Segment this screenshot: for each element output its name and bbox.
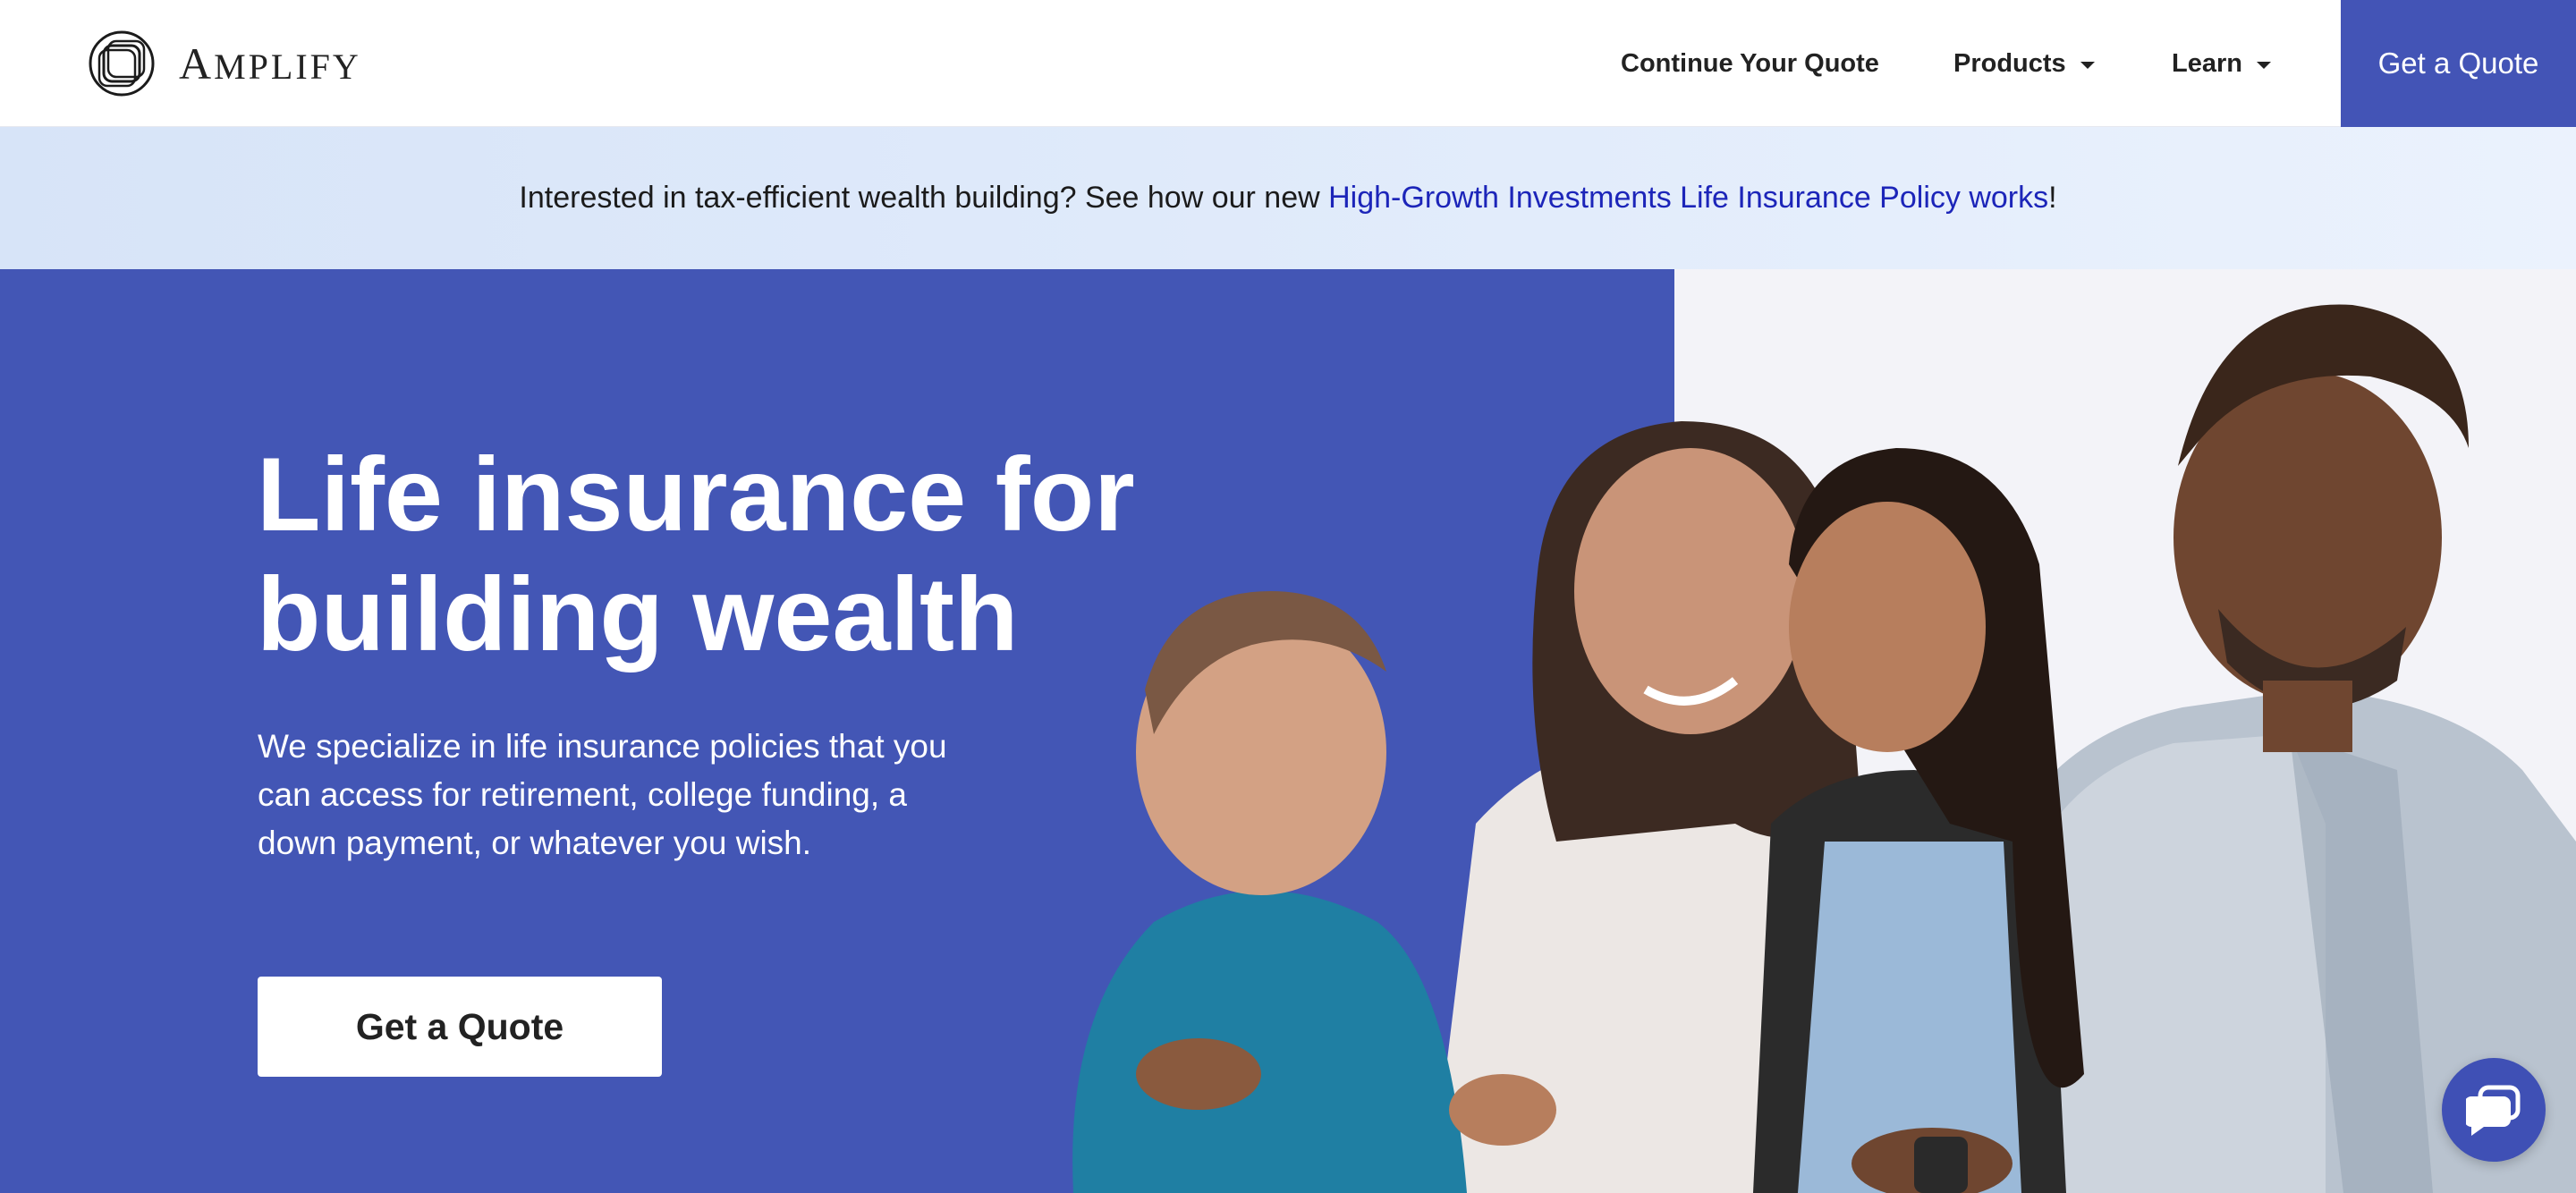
- nav-learn-dropdown[interactable]: Learn: [2172, 0, 2271, 127]
- hero-section: Life insurance for building wealth We sp…: [0, 269, 2576, 1193]
- banner-text: Interested in tax-efficient wealth build…: [519, 181, 2057, 215]
- logo-wordmark: AMPLIFY: [179, 38, 361, 89]
- nav-learn-label: Learn: [2172, 48, 2242, 78]
- nav-products-label: Products: [1953, 48, 2066, 78]
- banner-link[interactable]: High-Growth Investments Life Insurance P…: [1328, 181, 2048, 215]
- chat-widget-button[interactable]: [2442, 1058, 2546, 1162]
- hero-title-line-1: Life insurance for: [257, 436, 1135, 553]
- nav-products-dropdown[interactable]: Products: [1953, 0, 2095, 127]
- hero-cta-label: Get a Quote: [355, 1005, 564, 1047]
- site-header: AMPLIFY Continue Your Quote Products Lea…: [0, 0, 2576, 127]
- caret-down-icon: [2080, 62, 2095, 69]
- hero-subtitle: We specialize in life insurance policies…: [258, 728, 947, 861]
- amplify-logo-icon: [89, 30, 155, 97]
- nav-continue-your-quote[interactable]: Continue Your Quote: [1621, 0, 1879, 127]
- header-get-a-quote-button[interactable]: Get a Quote: [2341, 0, 2576, 127]
- hero-title-line-2: building wealth: [257, 555, 1019, 673]
- chat-bubble-icon: [2466, 1085, 2521, 1136]
- family-photo: [1072, 304, 2576, 1193]
- hero-get-a-quote-button[interactable]: Get a Quote: [258, 977, 662, 1077]
- amplify-logo[interactable]: AMPLIFY: [88, 29, 361, 98]
- nav-continue-label: Continue Your Quote: [1621, 48, 1879, 78]
- hero-title: Life insurance for building wealth: [257, 435, 1241, 674]
- announcement-banner: Interested in tax-efficient wealth build…: [0, 127, 2576, 269]
- caret-down-icon: [2256, 62, 2271, 69]
- header-cta-label: Get a Quote: [2377, 47, 2539, 80]
